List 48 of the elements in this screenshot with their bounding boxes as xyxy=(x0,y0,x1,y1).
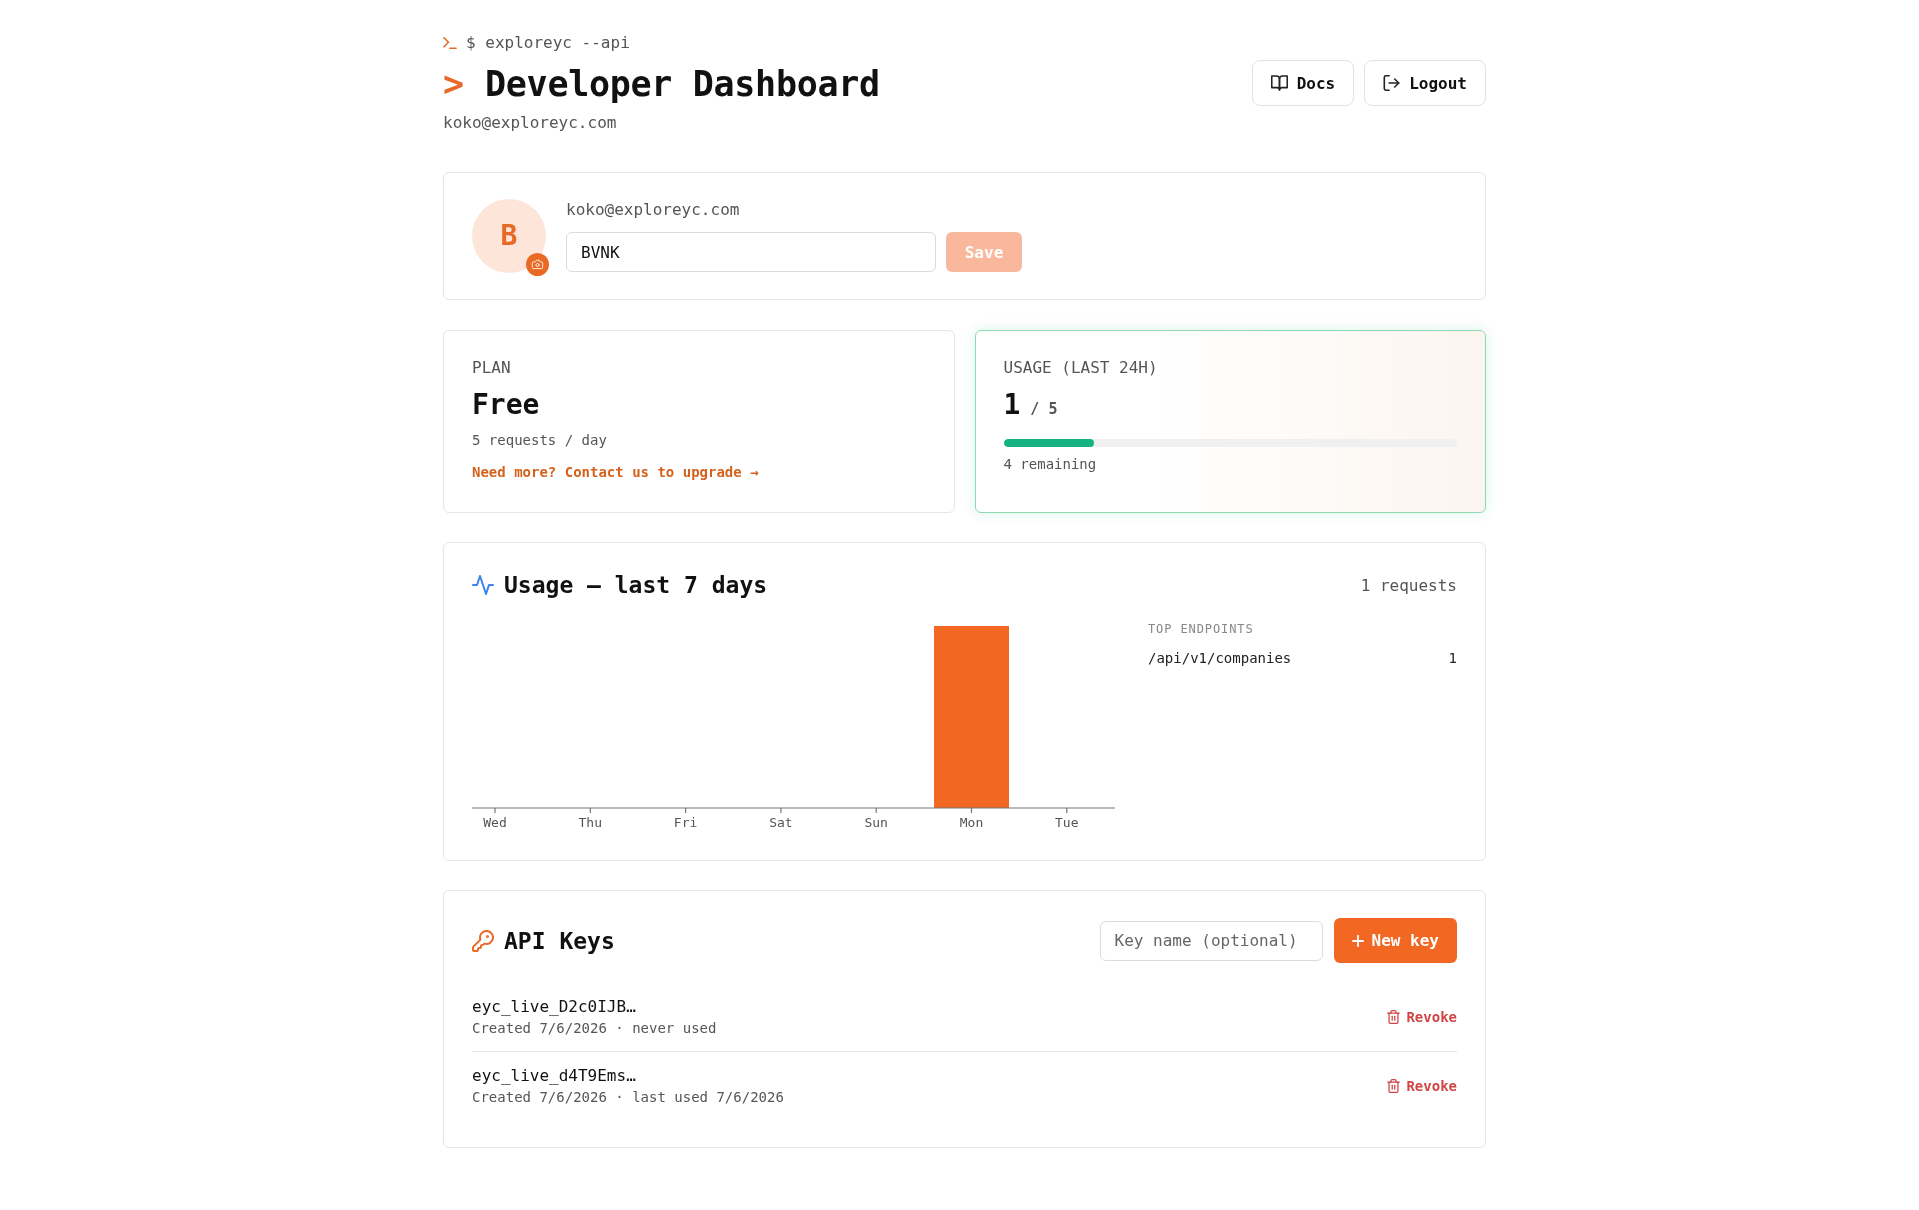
avatar[interactable]: B xyxy=(472,199,546,273)
axis-label: Sun xyxy=(864,815,888,828)
page-title: Developer Dashboard xyxy=(485,63,880,105)
activity-icon xyxy=(472,574,494,596)
key-name-input[interactable]: Key name (optional) xyxy=(1099,920,1323,961)
usage-label: USAGE (LAST 24H) xyxy=(1003,358,1159,378)
axis-label: Wed xyxy=(483,815,507,828)
axis-label: Thu xyxy=(578,815,603,828)
account-email: koko@exploreyc.com xyxy=(566,200,741,220)
revoke-button[interactable]: Revoke xyxy=(1387,1009,1457,1025)
section-title: Usage — last 7 days xyxy=(504,571,768,600)
trash-icon xyxy=(1387,1010,1401,1024)
command-prompt: $ exploreyc --api xyxy=(466,33,630,53)
name-input[interactable]: BVNK xyxy=(566,232,936,272)
plan-name: Free xyxy=(472,388,541,422)
usage-quota: / 5 xyxy=(1030,399,1058,420)
section-title: API Keys xyxy=(504,926,615,956)
book-icon xyxy=(1270,75,1288,91)
trash-icon xyxy=(1387,1079,1401,1093)
logout-button[interactable]: Logout xyxy=(1364,60,1486,106)
axis-label: Sat xyxy=(769,815,793,828)
key-icon xyxy=(472,929,494,952)
docs-button[interactable]: Docs xyxy=(1251,60,1355,106)
camera-icon[interactable] xyxy=(526,253,549,276)
terminal-icon xyxy=(443,37,457,49)
axis-label: Mon xyxy=(959,815,984,828)
usage-count: 1 xyxy=(1003,388,1021,422)
key-name: eyc_live_d4T9Ems… xyxy=(472,1066,637,1086)
endpoint-path: /api/v1/companies xyxy=(1148,649,1292,667)
new-key-button[interactable]: New key xyxy=(1333,918,1457,963)
user-email: koko@exploreyc.com xyxy=(443,113,618,133)
revoke-button[interactable]: Revoke xyxy=(1387,1078,1457,1094)
avatar-initial: B xyxy=(500,220,518,252)
endpoint-count: 1 xyxy=(1448,649,1457,667)
plus-icon xyxy=(1351,934,1364,947)
plan-limit: 5 requests / day xyxy=(472,431,608,449)
upgrade-link[interactable]: Need more? Contact us to upgrade → xyxy=(472,463,926,481)
key-name: eyc_live_D2c0IJB… xyxy=(472,997,637,1017)
axis-label: Fri xyxy=(673,815,698,828)
plan-label: PLAN xyxy=(472,358,512,378)
logout-icon xyxy=(1383,75,1401,91)
endpoints-heading: TOP ENDPOINTS xyxy=(1148,622,1255,636)
key-meta: Created 7/6/2026 · last used 7/6/2026 xyxy=(472,1088,784,1106)
key-meta: Created 7/6/2026 · never used xyxy=(472,1019,717,1037)
usage-remaining: 4 remaining xyxy=(1003,455,1098,473)
axis-label: Tue xyxy=(1055,815,1079,828)
total-requests: 1 requests xyxy=(1360,575,1457,595)
title-marker: > xyxy=(443,63,465,105)
